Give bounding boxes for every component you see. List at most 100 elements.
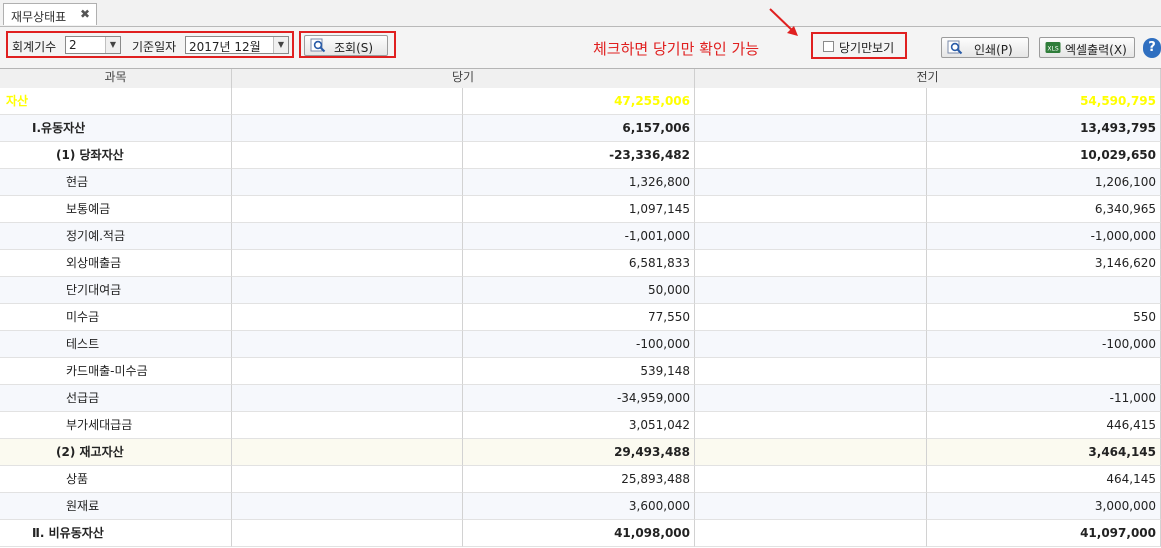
table-row[interactable]: 원재료 3,600,000 3,000,000 (0, 493, 1161, 520)
tab-balance-sheet[interactable]: 재무상태표 ✖ (3, 3, 97, 25)
table-row[interactable]: Ⅰ.유동자산 6,157,006 13,493,795 (0, 115, 1161, 142)
previous-blank-cell[interactable] (695, 385, 927, 412)
current-blank-cell[interactable] (232, 304, 463, 331)
account-name-cell[interactable]: Ⅱ. 비유동자산 (0, 520, 232, 547)
current-amount-cell[interactable]: -23,336,482 (463, 142, 695, 169)
header-account[interactable]: 과목 (0, 69, 232, 88)
previous-blank-cell[interactable] (695, 520, 927, 547)
account-name-cell[interactable]: 부가세대급금 (0, 412, 232, 439)
previous-blank-cell[interactable] (695, 223, 927, 250)
previous-amount-cell[interactable]: 41,097,000 (927, 520, 1161, 547)
table-row[interactable]: 외상매출금 6,581,833 3,146,620 (0, 250, 1161, 277)
current-blank-cell[interactable] (232, 412, 463, 439)
table-row[interactable]: 자산 47,255,006 54,590,795 (0, 88, 1161, 115)
previous-amount-cell[interactable]: 3,146,620 (927, 250, 1161, 277)
current-blank-cell[interactable] (232, 115, 463, 142)
current-amount-cell[interactable]: -34,959,000 (463, 385, 695, 412)
previous-blank-cell[interactable] (695, 493, 927, 520)
previous-blank-cell[interactable] (695, 88, 927, 115)
chevron-down-icon[interactable]: ▼ (273, 37, 288, 53)
table-row[interactable]: (2) 재고자산 29,493,488 3,464,145 (0, 439, 1161, 466)
previous-amount-cell[interactable]: 550 (927, 304, 1161, 331)
current-amount-cell[interactable]: 6,581,833 (463, 250, 695, 277)
table-row[interactable]: 보통예금 1,097,145 6,340,965 (0, 196, 1161, 223)
current-blank-cell[interactable] (232, 223, 463, 250)
current-amount-cell[interactable]: 77,550 (463, 304, 695, 331)
previous-blank-cell[interactable] (695, 169, 927, 196)
current-amount-cell[interactable]: 50,000 (463, 277, 695, 304)
header-previous-period[interactable]: 전기 (695, 69, 1161, 88)
account-name-cell[interactable]: 상품 (0, 466, 232, 493)
current-blank-cell[interactable] (232, 169, 463, 196)
header-current-period[interactable]: 당기 (232, 69, 695, 88)
current-blank-cell[interactable] (232, 277, 463, 304)
table-row[interactable]: (1) 당좌자산 -23,336,482 10,029,650 (0, 142, 1161, 169)
previous-amount-cell[interactable]: 54,590,795 (927, 88, 1161, 115)
table-row[interactable]: 미수금 77,550 550 (0, 304, 1161, 331)
previous-amount-cell[interactable] (927, 277, 1161, 304)
current-amount-cell[interactable]: 3,051,042 (463, 412, 695, 439)
search-button[interactable]: 조회(S) (304, 35, 388, 56)
current-blank-cell[interactable] (232, 250, 463, 277)
previous-amount-cell[interactable]: 446,415 (927, 412, 1161, 439)
current-amount-cell[interactable]: -1,001,000 (463, 223, 695, 250)
current-amount-cell[interactable]: 25,893,488 (463, 466, 695, 493)
current-blank-cell[interactable] (232, 142, 463, 169)
previous-amount-cell[interactable]: 3,464,145 (927, 439, 1161, 466)
current-amount-cell[interactable]: 29,493,488 (463, 439, 695, 466)
current-blank-cell[interactable] (232, 88, 463, 115)
current-amount-cell[interactable]: 41,098,000 (463, 520, 695, 547)
previous-blank-cell[interactable] (695, 304, 927, 331)
current-blank-cell[interactable] (232, 196, 463, 223)
current-blank-cell[interactable] (232, 358, 463, 385)
account-name-cell[interactable]: 미수금 (0, 304, 232, 331)
table-row[interactable]: 현금 1,326,800 1,206,100 (0, 169, 1161, 196)
account-name-cell[interactable]: (1) 당좌자산 (0, 142, 232, 169)
table-row[interactable]: Ⅱ. 비유동자산 41,098,000 41,097,000 (0, 520, 1161, 547)
table-row[interactable]: 테스트 -100,000 -100,000 (0, 331, 1161, 358)
print-button[interactable]: 인쇄(P) (941, 37, 1029, 58)
previous-blank-cell[interactable] (695, 358, 927, 385)
previous-blank-cell[interactable] (695, 466, 927, 493)
previous-amount-cell[interactable]: 13,493,795 (927, 115, 1161, 142)
account-name-cell[interactable]: 테스트 (0, 331, 232, 358)
previous-amount-cell[interactable]: 464,145 (927, 466, 1161, 493)
excel-export-button[interactable]: XLS 엑셀출력(X) (1039, 37, 1135, 58)
previous-amount-cell[interactable] (927, 358, 1161, 385)
current-blank-cell[interactable] (232, 439, 463, 466)
account-name-cell[interactable]: 정기예.적금 (0, 223, 232, 250)
previous-blank-cell[interactable] (695, 115, 927, 142)
table-row[interactable]: 상품 25,893,488 464,145 (0, 466, 1161, 493)
close-icon[interactable]: ✖ (80, 7, 90, 21)
previous-blank-cell[interactable] (695, 196, 927, 223)
account-name-cell[interactable]: 현금 (0, 169, 232, 196)
table-row[interactable]: 선급금 -34,959,000 -11,000 (0, 385, 1161, 412)
current-blank-cell[interactable] (232, 466, 463, 493)
current-amount-cell[interactable]: 3,600,000 (463, 493, 695, 520)
previous-amount-cell[interactable]: -1,000,000 (927, 223, 1161, 250)
table-row[interactable]: 단기대여금 50,000 (0, 277, 1161, 304)
previous-amount-cell[interactable]: 1,206,100 (927, 169, 1161, 196)
chevron-down-icon[interactable]: ▼ (105, 37, 120, 53)
fiscal-period-select[interactable]: 2 ▼ (65, 36, 121, 54)
table-row[interactable]: 부가세대급금 3,051,042 446,415 (0, 412, 1161, 439)
previous-amount-cell[interactable]: -100,000 (927, 331, 1161, 358)
table-row[interactable]: 카드매출-미수금 539,148 (0, 358, 1161, 385)
account-name-cell[interactable]: 자산 (0, 88, 232, 115)
current-amount-cell[interactable]: 47,255,006 (463, 88, 695, 115)
current-amount-cell[interactable]: -100,000 (463, 331, 695, 358)
previous-blank-cell[interactable] (695, 412, 927, 439)
current-blank-cell[interactable] (232, 520, 463, 547)
previous-blank-cell[interactable] (695, 250, 927, 277)
current-amount-cell[interactable]: 1,097,145 (463, 196, 695, 223)
previous-blank-cell[interactable] (695, 439, 927, 466)
previous-amount-cell[interactable]: 10,029,650 (927, 142, 1161, 169)
previous-amount-cell[interactable]: -11,000 (927, 385, 1161, 412)
previous-blank-cell[interactable] (695, 142, 927, 169)
account-name-cell[interactable]: 단기대여금 (0, 277, 232, 304)
base-date-select[interactable]: 2017년 12월 ▼ (185, 36, 289, 54)
previous-amount-cell[interactable]: 6,340,965 (927, 196, 1161, 223)
account-name-cell[interactable]: 원재료 (0, 493, 232, 520)
current-only-checkbox[interactable] (823, 41, 834, 52)
current-amount-cell[interactable]: 539,148 (463, 358, 695, 385)
